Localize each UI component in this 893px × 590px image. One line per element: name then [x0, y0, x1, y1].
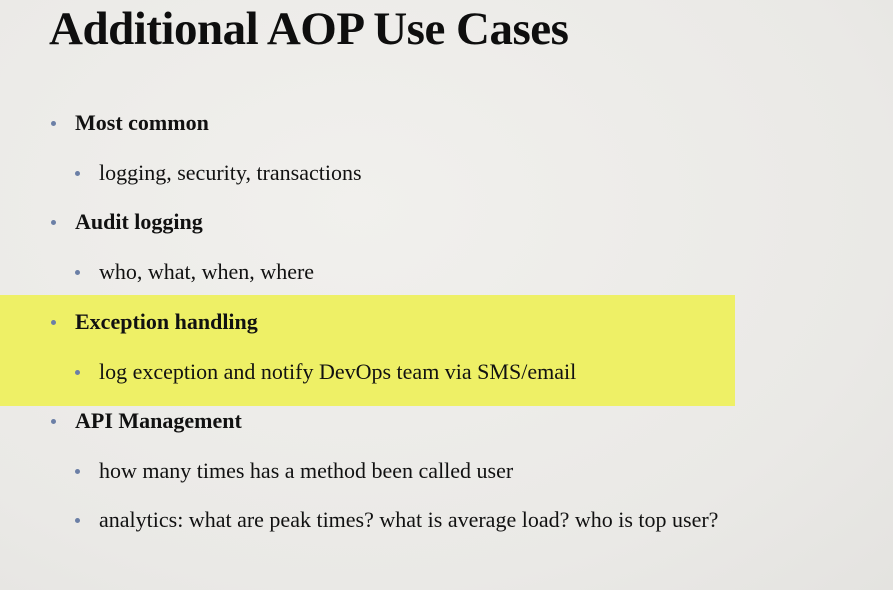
slide: Additional AOP Use Cases Most common log…	[0, 0, 893, 590]
sub-bullet-label: analytics: what are peak times? what is …	[99, 507, 719, 532]
sub-bullet-label: who, what, when, where	[99, 259, 315, 284]
bullet-icon	[51, 219, 56, 225]
bullet-label: API Management	[75, 408, 242, 433]
bullet-label: Exception handling	[75, 309, 258, 334]
slide-title: Additional AOP Use Cases	[49, 3, 569, 55]
sub-bullet-label: how many times has a method been called …	[99, 458, 514, 483]
bullet-icon	[75, 269, 80, 275]
bullet-icon	[75, 369, 80, 375]
bullet-icon	[51, 120, 56, 126]
sub-bullet-item: who, what, when, where	[75, 259, 314, 285]
bullet-icon	[51, 418, 56, 424]
sub-bullet-item: how many times has a method been called …	[75, 458, 513, 484]
bullet-icon	[51, 319, 56, 325]
bullet-label: Most common	[75, 110, 209, 135]
bullet-item-most-common: Most common	[51, 110, 209, 136]
bullet-item-audit-logging: Audit logging	[51, 209, 203, 235]
sub-bullet-item: analytics: what are peak times? what is …	[75, 507, 718, 533]
bullet-icon	[75, 517, 80, 523]
bullet-item-api-management: API Management	[51, 408, 242, 434]
bullet-item-exception-handling: Exception handling	[51, 309, 258, 335]
sub-bullet-label: logging, security, transactions	[99, 160, 362, 185]
bullet-icon	[75, 170, 80, 176]
sub-bullet-item: log exception and notify DevOps team via…	[75, 359, 576, 385]
sub-bullet-label: log exception and notify DevOps team via…	[99, 359, 577, 384]
sub-bullet-item: logging, security, transactions	[75, 160, 362, 186]
bullet-icon	[75, 468, 80, 474]
bullet-label: Audit logging	[75, 209, 203, 234]
